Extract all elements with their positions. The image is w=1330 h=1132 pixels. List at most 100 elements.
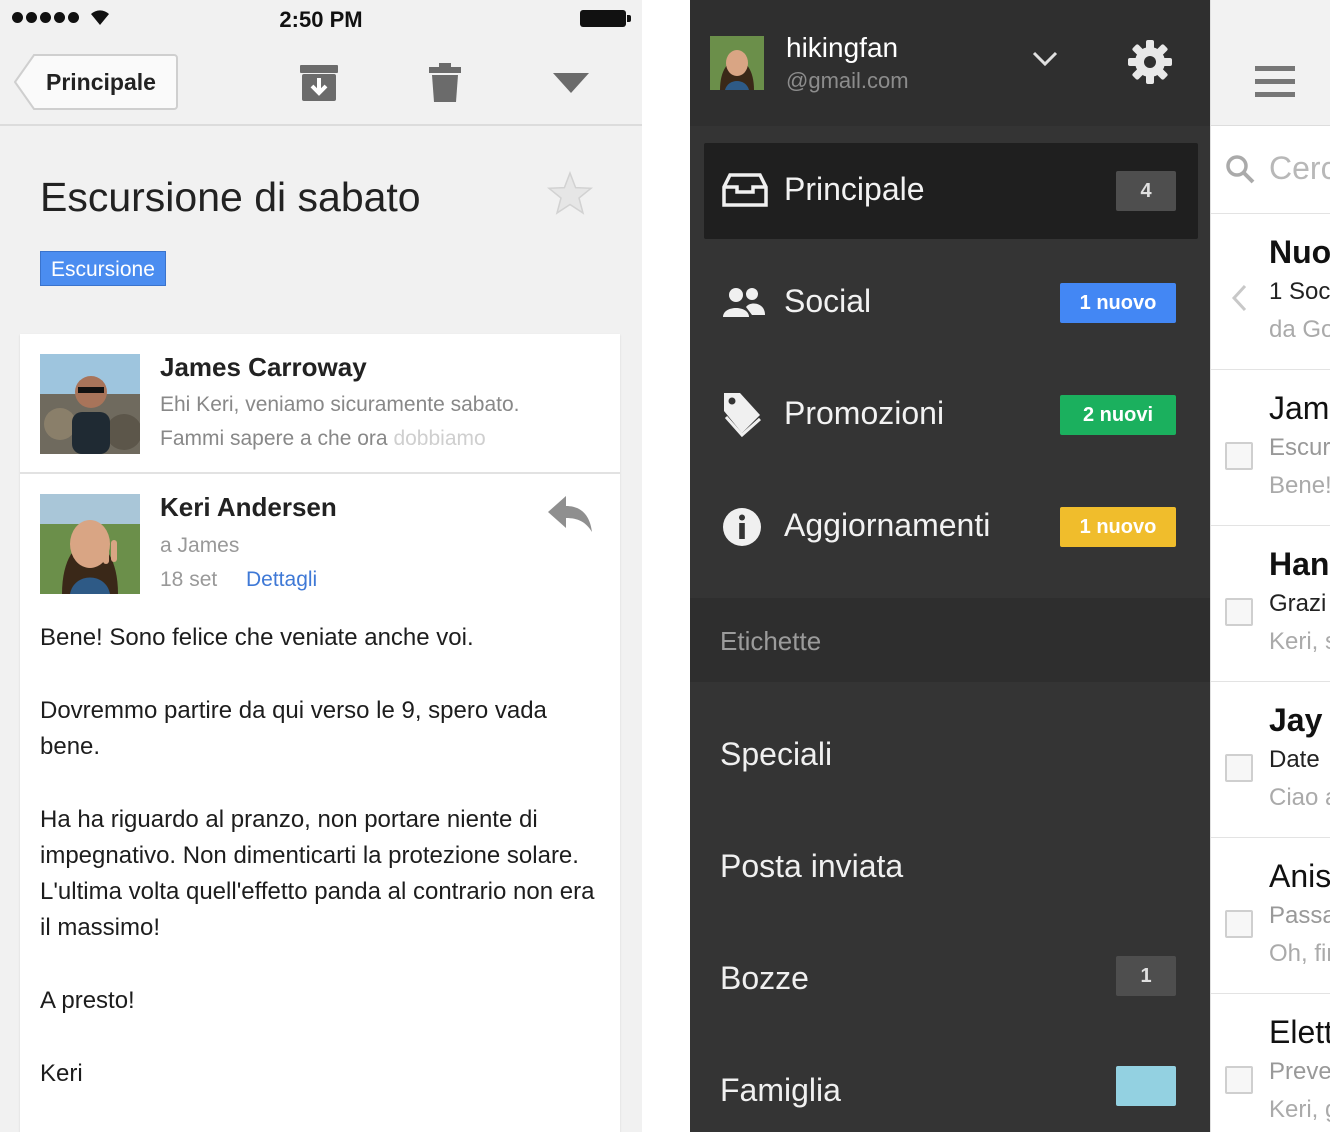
row-title: Han [1269,546,1330,582]
new-badge: 2 nuovi [1060,395,1176,435]
body-paragraph: A presto! [40,987,135,1014]
chevron-down-icon[interactable] [1032,50,1058,68]
row-title: Jam [1269,390,1330,426]
recipient: a James [160,534,240,557]
row-title: Elett [1269,1014,1330,1050]
list-item[interactable]: Nuo 1 Soc da Go [1211,214,1330,370]
row-title: Nuo [1269,234,1330,270]
label-color-swatch [1116,1066,1176,1106]
new-badge: 1 nuovo [1060,507,1176,547]
account-name: hikingfan [786,32,899,63]
more-dropdown-icon[interactable] [552,72,590,94]
gear-icon[interactable] [1126,38,1174,86]
row-snippet: Bene! [1269,472,1330,499]
back-button-label: Principale [46,69,156,95]
section-title: Etichette [720,626,822,656]
label-name: Famiglia [720,1072,841,1108]
message-date: 18 set [160,568,218,591]
row-checkbox[interactable] [1225,442,1253,470]
label-famiglia[interactable]: Famiglia [690,1040,1210,1132]
message-toolbar: Principale [0,40,642,126]
menu-icon[interactable] [1255,66,1295,98]
row-checkbox[interactable] [1225,754,1253,782]
search-icon [1226,155,1255,184]
row-snippet: Keri, g [1269,1096,1330,1123]
search-bar[interactable]: Cerc [1211,126,1330,214]
label-chip[interactable]: Escursione [40,251,166,286]
label-name: Posta inviata [720,848,904,884]
nav-label: Promozioni [784,395,945,431]
row-snippet: Oh, fir [1269,940,1330,967]
row-subject: Date [1269,746,1320,773]
body-paragraph: Bene! Sono felice che veniate anche voi. [40,624,474,651]
account-avatar [710,36,764,90]
body-paragraph: Keri [40,1060,83,1087]
message-screen: 2:50 PM Principale Escursione di sabato … [0,0,642,1132]
thread-card: James Carroway Ehi Keri, veniamo sicuram… [20,334,620,1132]
nav-principale[interactable]: Principale 4 [704,143,1198,239]
people-icon [723,288,765,317]
inbox-list: Cerc Nuo 1 Soc da Go Jam Escur Bene! Han… [1210,0,1330,1132]
row-snippet: Keri, s [1269,628,1330,655]
body-paragraph: Ha ha riguardo al pranzo, non portare ni… [40,806,595,941]
battery-icon [580,10,631,27]
labels-section-header: Etichette [690,598,1210,682]
avatar [40,494,140,594]
preview-line: Fammi sapere a che ora dobbiamo [160,427,486,450]
drawer-screen: hikingfan @gmail.com Principale 4 Social… [690,0,1330,1132]
label-name: Bozze [720,960,809,996]
row-checkbox[interactable] [1225,1066,1253,1094]
nav-label: Principale [784,171,925,207]
label-bozze[interactable]: Bozze 1 [690,928,1210,1024]
list-item[interactable]: Elett Preve Keri, g [1211,994,1330,1132]
row-snippet: da Go [1269,316,1330,343]
account-header[interactable]: hikingfan @gmail.com [690,0,1210,126]
account-domain: @gmail.com [786,68,909,93]
row-snippet: Ciao a [1269,784,1330,811]
label-name: Speciali [720,736,833,772]
thread-subject: Escursione di sabato [40,174,421,220]
details-link[interactable]: Dettagli [246,568,317,592]
reply-icon[interactable] [546,494,594,534]
nav-aggiornamenti[interactable]: Aggiornamenti 1 nuovo [704,479,1198,575]
nav-label: Aggiornamenti [784,507,991,543]
list-item[interactable]: Han Grazi Keri, s [1211,526,1330,682]
row-title: Anis [1269,858,1330,894]
message-preview: Ehi Keri, veniamo sicuramente sabato. Fa… [160,388,520,456]
count-badge: 1 [1116,956,1176,996]
list-item[interactable]: Anis Passa Oh, fir [1211,838,1330,994]
message-collapsed[interactable]: James Carroway Ehi Keri, veniamo sicuram… [20,334,620,474]
label-posta-inviata[interactable]: Posta inviata [690,816,1210,912]
nav-label: Social [784,283,872,319]
body-paragraph: Dovremmo partire da qui verso le 9, sper… [40,697,547,760]
info-icon [723,508,761,546]
row-checkbox[interactable] [1225,910,1253,938]
list-item[interactable]: Jam Escur Bene! [1211,370,1330,526]
navigation-drawer: hikingfan @gmail.com Principale 4 Social… [690,0,1210,1132]
row-subject: Preve [1269,1058,1330,1085]
status-bar: 2:50 PM [0,0,642,38]
clock: 2:50 PM [279,7,363,32]
trash-icon[interactable] [428,62,462,104]
tag-icon [724,393,761,437]
nav-promozioni[interactable]: Promozioni 2 nuovi [704,367,1198,463]
chevron-left-icon [1231,284,1247,312]
new-badge: 1 nuovo [1060,283,1176,323]
row-subject: Passa [1269,902,1330,929]
label-speciali[interactable]: Speciali [690,704,1210,800]
row-checkbox[interactable] [1225,598,1253,626]
sender-name: Keri Andersen [160,492,337,522]
star-icon[interactable] [546,170,594,218]
list-item[interactable]: Jay Date Ciao a [1211,682,1330,838]
row-subject: Escur [1269,434,1330,461]
inbox-header [1211,0,1330,126]
sender-name: James Carroway [160,352,367,382]
avatar [40,354,140,454]
preview-line: Ehi Keri, veniamo sicuramente sabato. [160,393,520,416]
message-body: Bene! Sono felice che veniate anche voi.… [40,620,600,1129]
back-button[interactable]: Principale [14,54,178,110]
nav-social[interactable]: Social 1 nuovo [704,255,1198,351]
inbox-icon [722,173,768,207]
archive-icon[interactable] [298,62,340,104]
count-badge: 4 [1116,171,1176,211]
